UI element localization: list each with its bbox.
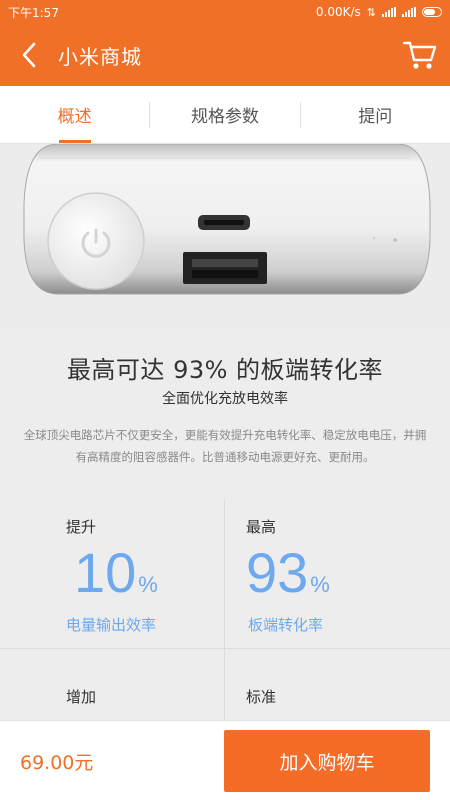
stats-grid: 提升 10% 电量输出效率 最高 93% 板端转化率 增加 标准 [0,500,450,722]
stat-value: 10% [74,540,158,605]
power-bank-illustration [0,144,450,330]
feature-subheading: 全面优化充放电效率 [162,391,288,407]
stat-caption: 板端转化率 [248,616,324,634]
price: 69.00元 [20,752,94,774]
cart-icon [402,41,437,69]
status-icons: 0.00K/s ⇅ [316,5,442,19]
tab-specs[interactable]: 规格参数 [150,86,299,143]
stat-label: 标准 [246,688,277,706]
feature-heading: 最高可达 93% 的板端转化率 [66,356,384,384]
signal-icon [382,7,396,17]
add-to-cart-button[interactable]: 加入购物车 [224,730,430,792]
stat-number: 93 [246,541,309,604]
status-time: 下午1:57 [8,5,59,20]
stat-value: 93% [246,540,330,605]
tab-questions[interactable]: 提问 [301,86,450,143]
nav-bar: 小米商城 [0,24,450,86]
stat-label: 最高 [246,518,277,536]
status-bar: 下午1:57 0.00K/s ⇅ [0,0,450,24]
stat-unit: % [310,572,330,597]
bottom-bar: 69.00元 加入购物车 [0,720,450,800]
tab-overview[interactable]: 概述 [0,86,149,143]
stat-label: 提升 [66,518,97,536]
stats-divider-vertical [224,500,225,722]
chevron-left-icon [22,42,36,68]
page-title: 小米商城 [58,44,142,69]
swap-icon: ⇅ [366,5,376,19]
back-button[interactable] [0,24,58,86]
signal-icon-2 [402,7,416,17]
battery-icon [422,7,442,17]
product-image [0,144,450,330]
cart-button[interactable] [402,37,438,73]
stat-caption: 电量输出效率 [66,616,157,634]
stat-unit: % [138,572,158,597]
stats-divider-horizontal [0,648,450,649]
feature-description: 全球顶尖电路芯片不仅更安全，更能有效提升充电转化率、稳定放电电压，并拥有高精度的… [23,428,427,464]
tab-bar: 概述 规格参数 提问 [0,86,450,144]
stat-number: 10 [74,541,137,604]
stat-label: 增加 [66,688,97,706]
network-speed: 0.00K/s [315,5,361,19]
